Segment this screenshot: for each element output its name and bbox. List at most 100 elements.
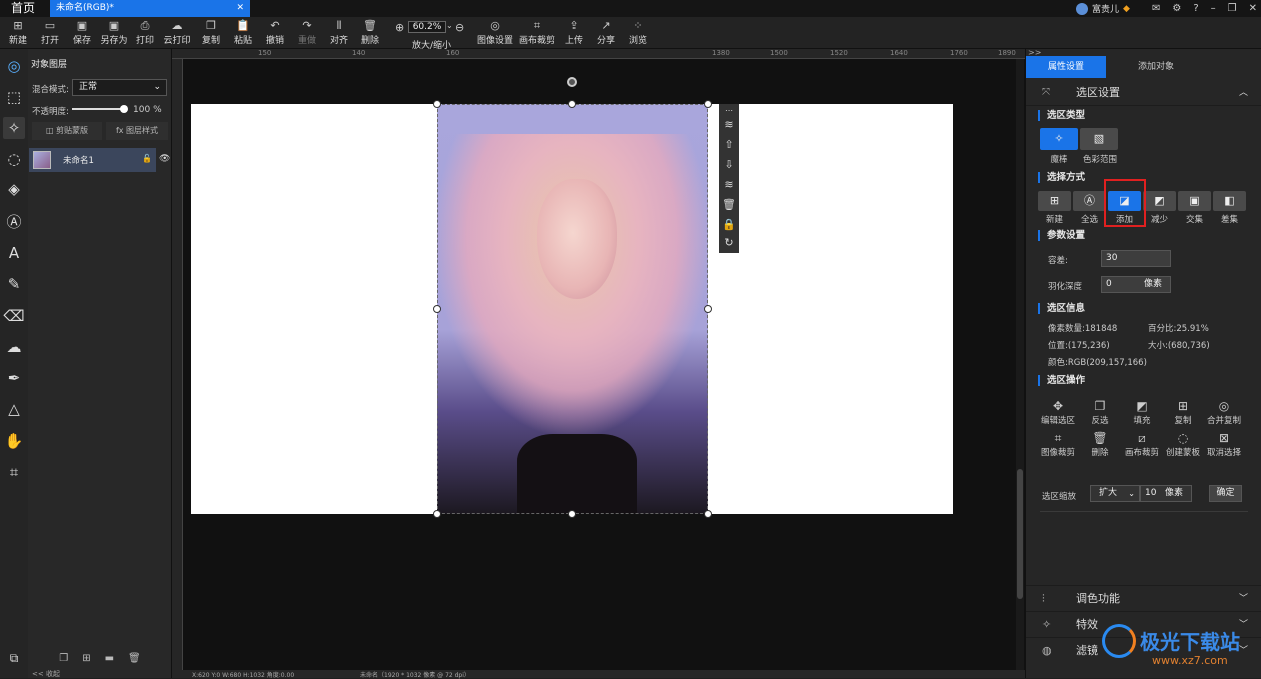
opacity-slider-handle[interactable]	[120, 105, 128, 113]
chevron-down-icon[interactable]: ⌄	[446, 21, 453, 30]
share-button[interactable]: ↗ 分享	[591, 19, 621, 46]
minimize-icon[interactable]: –	[1211, 3, 1216, 14]
method-all-button[interactable]: Ⓐ	[1073, 191, 1106, 211]
fill-button[interactable]: ◩ 填充	[1120, 398, 1164, 426]
mail-icon[interactable]: ✉	[1152, 3, 1160, 14]
lock-icon[interactable]: 🔒	[722, 218, 736, 232]
clip-mask-button[interactable]: ◫ 剪贴蒙版	[32, 122, 102, 140]
opacity-slider[interactable]	[72, 105, 128, 113]
chevron-up-icon[interactable]: ︿	[1239, 80, 1248, 106]
print-button[interactable]: ⎙ 打印	[130, 19, 160, 46]
blend-mode-select[interactable]: 正常 ⌄	[72, 79, 167, 96]
user-account[interactable]: 富贵儿 ◆	[1076, 1, 1130, 16]
tolerance-input[interactable]: 30	[1101, 250, 1171, 267]
image-settings-button[interactable]: ◎ 图像设置	[476, 19, 514, 46]
copy-button[interactable]: ❐ 复制	[196, 19, 226, 46]
align-button[interactable]: ⫴ 对齐	[324, 19, 354, 46]
selection-settings-header[interactable]: ⤧ 选区设置 ︿	[1026, 80, 1261, 106]
scrollbar-thumb[interactable]	[1017, 469, 1023, 599]
resize-handle[interactable]	[433, 100, 441, 108]
marquee-icon[interactable]: ⬚	[3, 86, 25, 108]
move-down-icon[interactable]: ⇩	[722, 158, 736, 172]
lasso-icon[interactable]: ◌	[3, 148, 25, 170]
layer-down-icon[interactable]: ≋	[722, 178, 736, 192]
zoom-in-icon[interactable]: ⊕	[395, 21, 404, 34]
tab-document[interactable]: 未命名(RGB)* ✕	[50, 0, 250, 17]
method-intersect-button[interactable]: ▣	[1178, 191, 1211, 211]
save-as-button[interactable]: ▣ 另存为	[98, 19, 130, 46]
merge-copy-button[interactable]: ◎ 合并复制	[1202, 398, 1246, 426]
method-difference-button[interactable]: ◧	[1213, 191, 1246, 211]
confirm-button[interactable]: 确定	[1209, 485, 1242, 502]
new-button[interactable]: ⊞ 新建	[3, 19, 33, 46]
resize-handle[interactable]	[568, 510, 576, 518]
edit-selection-button[interactable]: ✥ 编辑选区	[1036, 398, 1080, 426]
paste-button[interactable]: 📋 粘贴	[228, 19, 258, 46]
feather-input[interactable]: 0 像素	[1101, 276, 1171, 293]
help-icon[interactable]: ?	[1193, 3, 1198, 14]
resize-handle[interactable]	[704, 305, 712, 313]
resize-handle[interactable]	[433, 510, 441, 518]
selection-zoom-input[interactable]: 10 像素	[1140, 485, 1192, 502]
eye-icon[interactable]: 👁	[159, 154, 170, 164]
undo-button[interactable]: ↶ 撤销	[260, 19, 290, 46]
cloud-print-button[interactable]: ☁ 云打印	[161, 19, 193, 46]
color-adjust-section[interactable]: ⫶ 调色功能 ﹀	[1026, 585, 1261, 611]
delete-layer-icon[interactable]: 🗑	[128, 653, 141, 664]
tab-properties[interactable]: 属性设置	[1026, 56, 1106, 78]
smudge-icon[interactable]: ☁	[3, 336, 25, 358]
layer-up-icon[interactable]: ≋	[722, 118, 736, 132]
method-new-button[interactable]: ⊞	[1038, 191, 1071, 211]
browse-button[interactable]: ⁘ 浏览	[623, 19, 653, 46]
magic-wand-mode-button[interactable]: ✧	[1040, 128, 1078, 150]
create-mask-button[interactable]: ◌ 创建蒙板	[1161, 430, 1205, 458]
add-layer-icon[interactable]: ⊞	[82, 653, 90, 664]
delete-selection-button[interactable]: 🗑 删除	[1078, 430, 1122, 458]
shape-icon[interactable]: △	[3, 398, 25, 420]
open-button[interactable]: ▭ 打开	[35, 19, 65, 46]
trash-icon[interactable]: 🗑	[722, 198, 736, 212]
reset-icon[interactable]: ↻	[722, 236, 736, 250]
search-select-icon[interactable]: ◎	[3, 55, 25, 77]
deselect-button[interactable]: ⊠ 取消选择	[1202, 430, 1246, 458]
resize-handle[interactable]	[704, 100, 712, 108]
layers-toggle-icon[interactable]: ⧉	[3, 647, 25, 669]
magic-wand-icon[interactable]: ✧	[3, 117, 25, 139]
pen-icon[interactable]: ✒	[3, 367, 25, 389]
brush-icon[interactable]: ✎	[3, 273, 25, 295]
invert-button[interactable]: ❐ 反选	[1078, 398, 1122, 426]
copy-selection-button[interactable]: ⊞ 复制	[1161, 398, 1205, 426]
selection-bounds[interactable]	[433, 100, 712, 518]
duplicate-layer-icon[interactable]: ❐	[59, 653, 68, 664]
move-up-icon[interactable]: ⇧	[722, 138, 736, 152]
layer-row[interactable]: 未命名1 🔓	[29, 148, 156, 172]
folder-icon[interactable]: ▬	[105, 653, 114, 664]
canvas-crop-button[interactable]: ⌗ 画布裁剪	[518, 19, 556, 46]
text-box-icon[interactable]: Ⓐ	[3, 211, 25, 233]
rotate-handle[interactable]	[567, 77, 577, 87]
layer-style-button[interactable]: fx 图层样式	[106, 122, 168, 140]
eraser-icon[interactable]: ⌫	[3, 305, 25, 327]
zoom-out-icon[interactable]: ⊖	[455, 21, 464, 34]
delete-button[interactable]: 🗑 删除	[355, 19, 385, 46]
redo-button[interactable]: ↷ 重做	[292, 19, 322, 46]
close-window-icon[interactable]: ✕	[1249, 3, 1257, 14]
lock-icon[interactable]: 🔓	[142, 154, 152, 163]
upload-button[interactable]: ⇪ 上传	[559, 19, 589, 46]
tab-home[interactable]: 首页	[0, 0, 46, 17]
restore-icon[interactable]: ❐	[1228, 3, 1237, 14]
resize-handle[interactable]	[704, 510, 712, 518]
vertical-scrollbar[interactable]	[1016, 59, 1024, 670]
resize-handle[interactable]	[568, 100, 576, 108]
selection-zoom-mode-select[interactable]: 扩大 ⌄	[1090, 485, 1140, 502]
canvas-crop-button[interactable]: ⧄ 画布裁剪	[1120, 430, 1164, 458]
drag-handle-icon[interactable]: ⋯	[722, 104, 736, 118]
color-range-mode-button[interactable]: ▧	[1080, 128, 1118, 150]
tab-add-object[interactable]: 添加对象	[1108, 56, 1204, 78]
text-icon[interactable]: A	[3, 242, 25, 264]
method-subtract-button[interactable]: ◩	[1143, 191, 1176, 211]
close-icon[interactable]: ✕	[236, 0, 244, 17]
crop-tool-icon[interactable]: ⌗	[3, 461, 25, 483]
save-button[interactable]: ▣ 保存	[67, 19, 97, 46]
hand-icon[interactable]: ✋	[3, 430, 25, 452]
